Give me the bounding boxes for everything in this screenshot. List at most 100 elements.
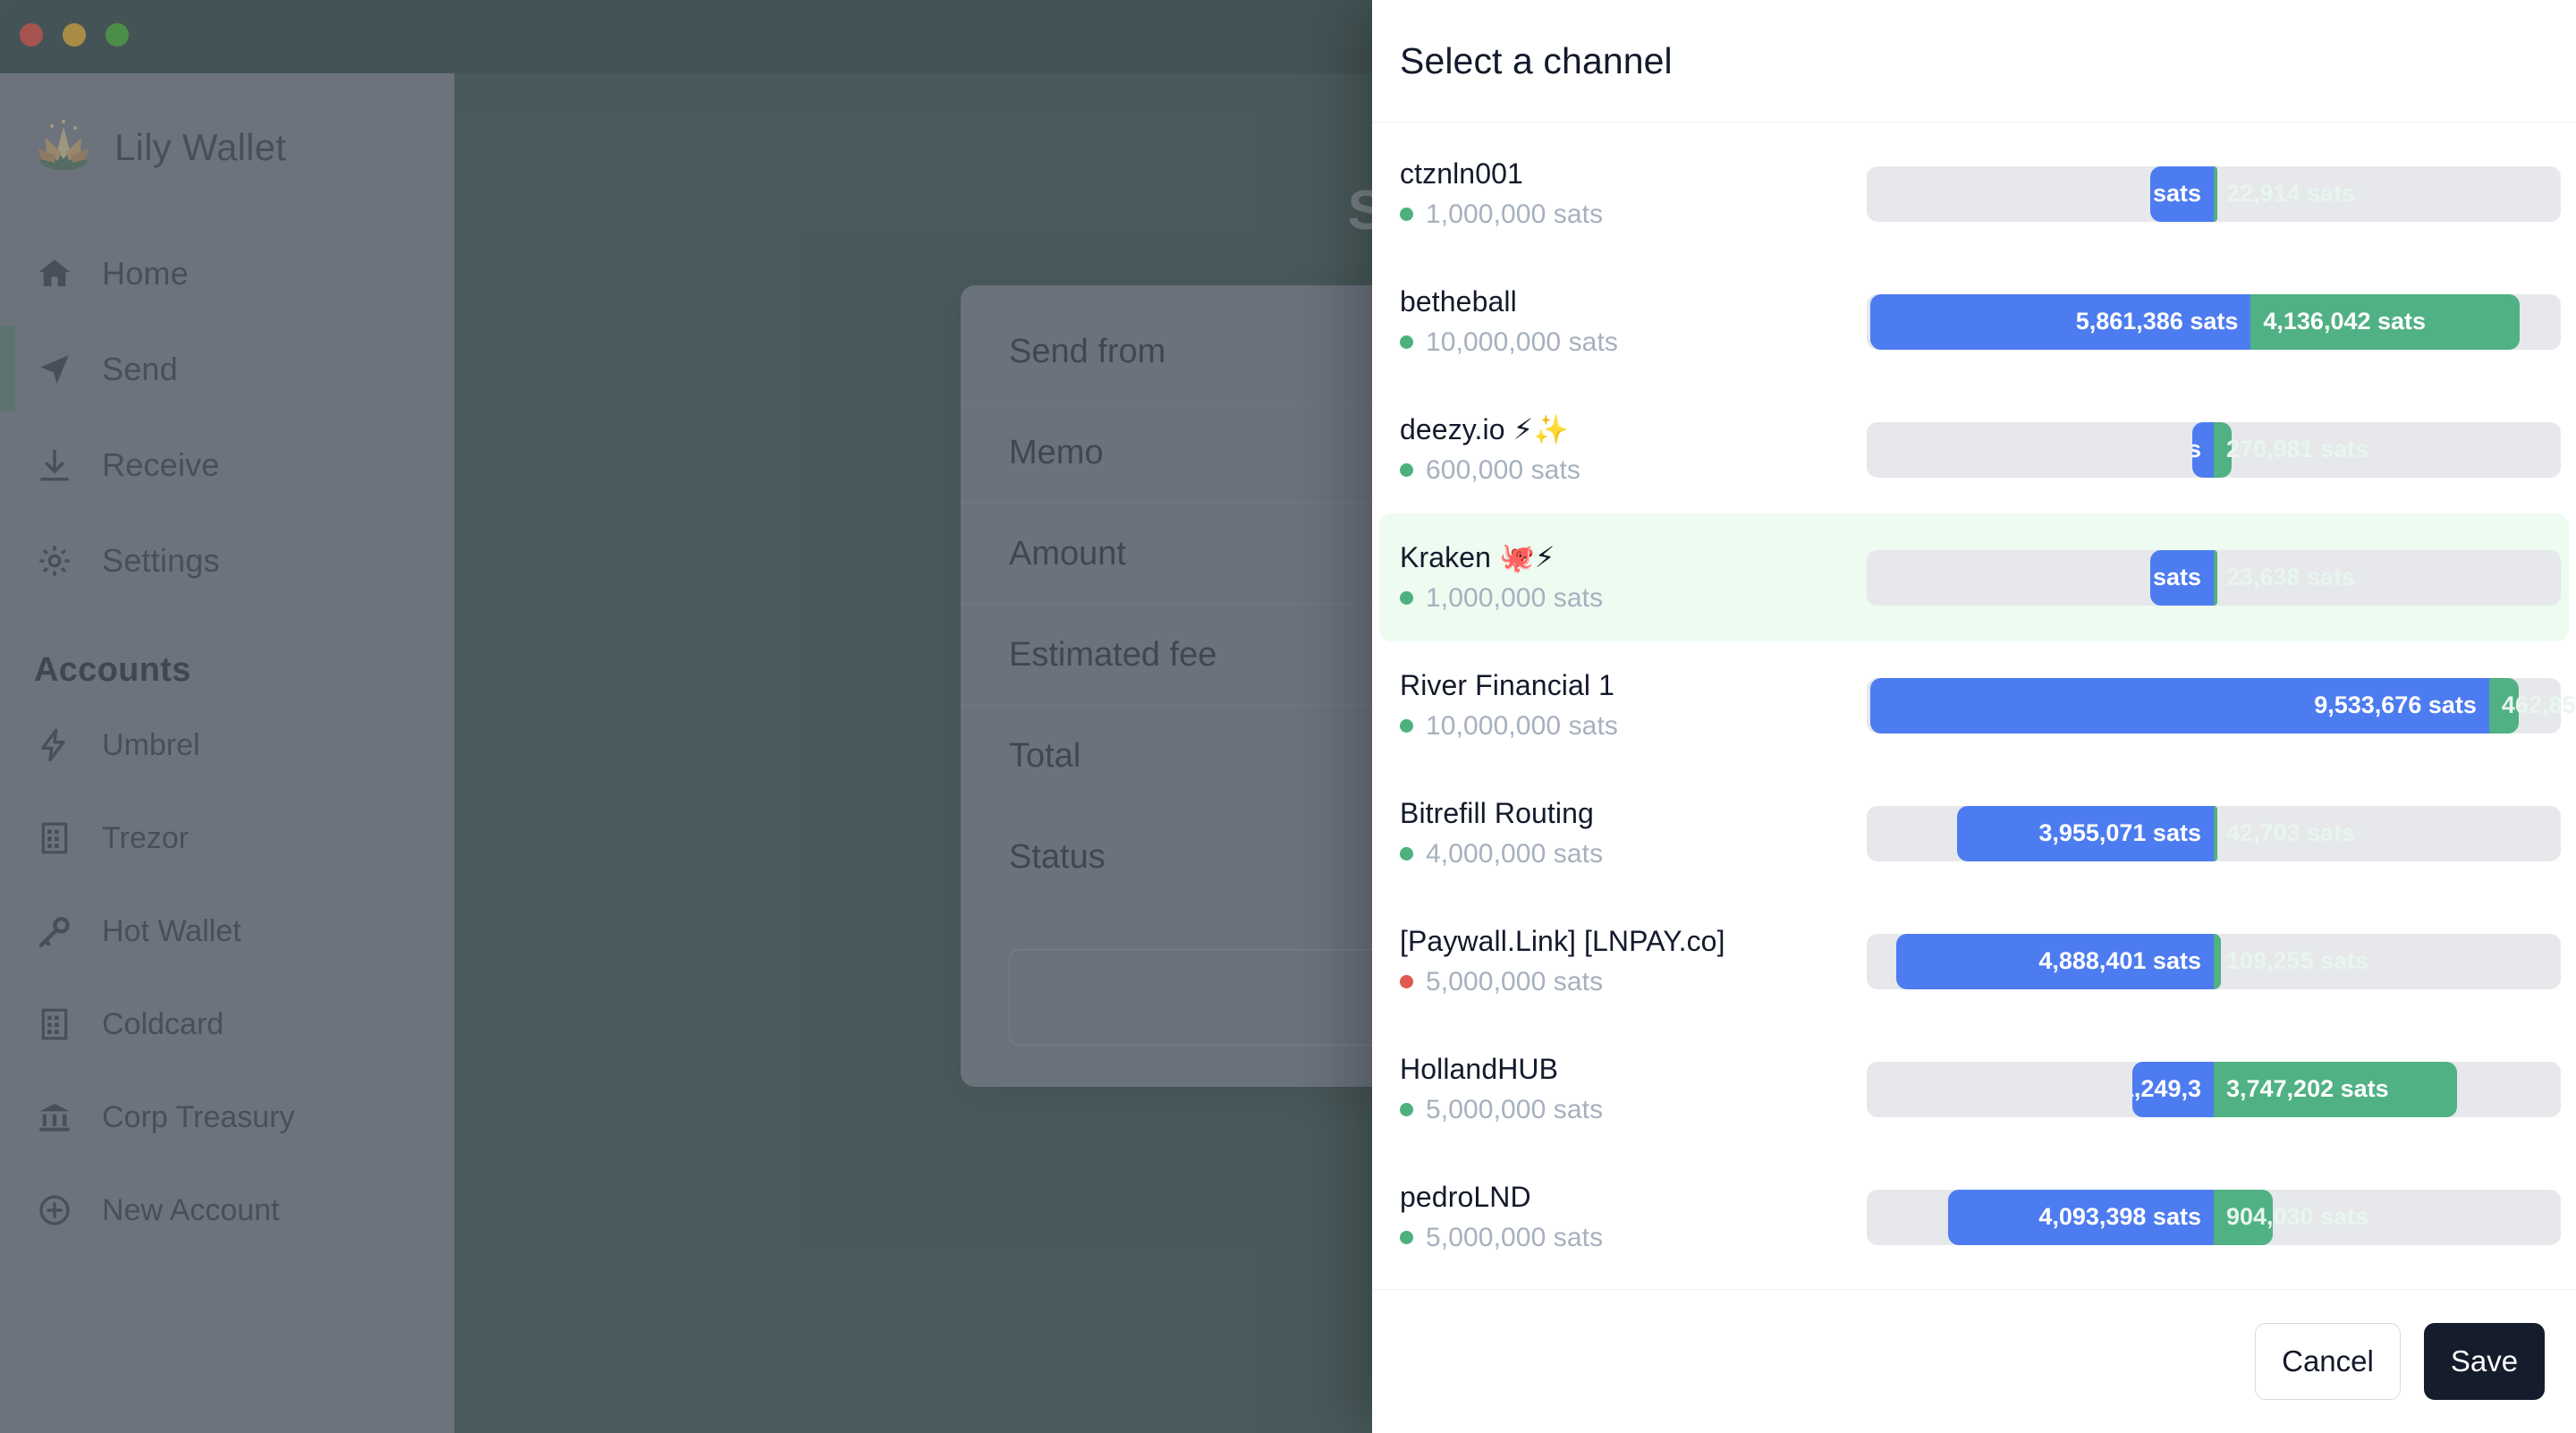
channel-name: ctznln001 <box>1400 157 1523 191</box>
local-balance-label: 3,955,071 sats <box>2038 819 2201 846</box>
balance-bar-fill: 4,888,401 sats 109,255 sats <box>1896 933 2368 989</box>
channel-capacity: 5,000,000 sats <box>1400 967 1838 997</box>
plus-circle-icon <box>34 1190 75 1231</box>
sidebar-account-corp-treasury-label: Corp Treasury <box>102 1099 295 1134</box>
channel-capacity: 10,000,000 sats <box>1400 711 1838 742</box>
sidebar-account-coldcard-label: Coldcard <box>102 1006 225 1041</box>
accounts-section-title: Accounts <box>34 651 191 689</box>
channel-capacity-label: 5,000,000 sats <box>1426 966 1604 996</box>
bank-icon <box>34 1097 75 1138</box>
sidebar-item-send[interactable]: Send <box>0 321 454 417</box>
local-balance-segment: 4,888,401 sats <box>1896 933 2214 989</box>
local-balance-segment: 325,487 sats <box>2192 421 2214 478</box>
channel-name: Bitrefill Routing <box>1400 797 1594 830</box>
remote-balance-segment: 4,136,042 sats <box>2250 293 2520 350</box>
channel-info: pedroLND 5,000,000 sats <box>1400 1181 1838 1253</box>
brand: Lily Wallet <box>0 73 454 175</box>
channel-balance-bar: 3,955,071 sats 42,703 sats <box>1867 805 2561 861</box>
sidebar-account-umbrel[interactable]: Umbrel <box>0 699 454 792</box>
remote-balance-label: 904,030 sats <box>2225 1203 2369 1230</box>
channel-info: ctznln001 1,000,000 sats <box>1400 157 1838 230</box>
local-balance-label: 9,533,676 sats <box>2314 691 2477 718</box>
channel-capacity-label: 1,000,000 sats <box>1426 199 1604 229</box>
device-grid-icon <box>34 1004 75 1045</box>
local-balance-label: 4,093,398 sats <box>2038 1203 2201 1230</box>
channel-row[interactable]: Bitrefill Routing 4,000,000 sats 3,955,071… <box>1379 769 2569 897</box>
channel-row[interactable]: River Financial 1 10,000,000 sats 9,533,67… <box>1379 641 2576 769</box>
save-button[interactable]: Save <box>2424 1323 2545 1400</box>
lily-flower-logo-icon <box>34 120 93 175</box>
sidebar-account-corp-treasury[interactable]: Corp Treasury <box>0 1071 454 1164</box>
status-dot-active <box>1400 208 1413 222</box>
remote-balance-segment: 904,030 sats <box>2213 1189 2368 1245</box>
local-balance-label: 325,487 sats <box>2192 436 2201 462</box>
sidebar: Lily Wallet Home Send Receive Settings A… <box>0 73 454 1433</box>
sidebar-account-hot-wallet[interactable]: Hot Wallet <box>0 885 454 978</box>
balance-bar-fill: 5,861,386 sats 4,136,042 sats <box>1870 293 2520 350</box>
channel-row[interactable]: betheball 10,000,000 sats 5,861,386 sats 4,… <box>1379 258 2569 386</box>
cancel-button[interactable]: Cancel <box>2255 1323 2401 1400</box>
channel-name: pedroLND <box>1400 1181 1531 1214</box>
sidebar-new-account[interactable]: New Account <box>0 1164 454 1257</box>
channel-list[interactable]: ctznln001 1,000,000 sats 973,326 sats 22,91… <box>1372 123 2576 1289</box>
channel-name: Kraken 🐙⚡ <box>1400 541 1555 574</box>
local-balance-segment: 9,533,676 sats <box>1870 677 2489 733</box>
channel-row[interactable]: pedroLND 5,000,000 sats 4,093,398 sats 904,… <box>1379 1153 2569 1281</box>
sidebar-nav: Home Send Receive Settings <box>0 225 454 608</box>
sidebar-item-receive-label: Receive <box>102 445 220 483</box>
sidebar-item-settings-label: Settings <box>102 541 220 579</box>
app-window: Send bitcoin Send from Memo Amount Estim… <box>0 0 2576 1433</box>
balance-bar-fill: 3,955,071 sats 42,703 sats <box>1956 805 2355 861</box>
key-icon <box>34 911 75 952</box>
remote-balance-segment: 22,914 sats <box>2213 165 2355 222</box>
channel-info: [Paywall.Link] [LNPAY.co] 5,000,000 sats <box>1400 925 1838 997</box>
channel-row[interactable]: ctznln001 1,000,000 sats 973,326 sats 22,91… <box>1379 130 2569 258</box>
channel-capacity: 10,000,000 sats <box>1400 327 1838 358</box>
remote-balance-segment: 23,638 sats <box>2213 549 2355 606</box>
channel-info: River Financial 1 10,000,000 sats <box>1400 669 1838 742</box>
balance-bar-fill: 973,326 sats 22,914 sats <box>2150 165 2355 222</box>
local-balance-label: 973,326 sats <box>2150 180 2201 207</box>
balance-bar-fill: 325,487 sats 270,981 sats <box>2192 421 2368 478</box>
send-icon <box>34 349 75 390</box>
gear-icon <box>34 540 75 581</box>
home-icon <box>34 253 75 294</box>
sidebar-item-home[interactable]: Home <box>0 225 454 321</box>
sidebar-account-hot-wallet-label: Hot Wallet <box>102 913 242 948</box>
modal-title: Select a channel <box>1400 39 1673 81</box>
remote-balance-segment: 3,747,202 sats <box>2213 1061 2457 1117</box>
remote-balance-label: 462,853 sats <box>2501 691 2576 718</box>
local-balance-segment: 1,249,3 <box>2132 1061 2214 1117</box>
receive-icon <box>34 445 75 486</box>
remote-balance-segment: 270,981 sats <box>2213 421 2368 478</box>
minimize-button[interactable] <box>63 23 86 47</box>
channel-info: Kraken 🐙⚡ 1,000,000 sats <box>1400 541 1838 614</box>
channel-balance-bar: 325,487 sats 270,981 sats <box>1867 421 2561 478</box>
channel-info: betheball 10,000,000 sats <box>1400 285 1838 358</box>
remote-balance-label: 109,255 sats <box>2225 947 2369 974</box>
close-button[interactable] <box>20 23 43 47</box>
sidebar-new-account-label: New Account <box>102 1192 280 1227</box>
channel-capacity-label: 1,000,000 sats <box>1426 582 1604 613</box>
channel-row[interactable]: deezy.io ⚡✨ 600,000 sats 325,487 sats 270,9… <box>1379 386 2569 513</box>
window-traffic-lights <box>20 23 129 47</box>
maximize-button[interactable] <box>106 23 129 47</box>
sidebar-item-receive[interactable]: Receive <box>0 417 454 513</box>
local-balance-segment: 3,955,071 sats <box>1956 805 2214 861</box>
balance-bar-fill: 972,858 sats 23,638 sats <box>2150 549 2355 606</box>
channel-row[interactable]: Kraken 🐙⚡ 1,000,000 sats 972,858 sats 23,63… <box>1379 513 2569 641</box>
channel-capacity: 4,000,000 sats <box>1400 839 1838 869</box>
channel-row[interactable]: [Paywall.Link] [LNPAY.co] 5,000,000 sats 4… <box>1379 897 2569 1025</box>
channel-capacity-label: 4,000,000 sats <box>1426 838 1604 869</box>
channel-balance-bar: 5,861,386 sats 4,136,042 sats <box>1867 293 2561 350</box>
remote-balance-segment: 42,703 sats <box>2213 805 2355 861</box>
status-dot-active <box>1400 847 1413 861</box>
channel-capacity: 600,000 sats <box>1400 455 1838 486</box>
accounts-list: Umbrel Trezor Hot Wallet Coldcard Corp T… <box>0 699 454 1257</box>
modal-footer: Cancel Save <box>1372 1289 2576 1433</box>
channel-row[interactable]: HollandHUB 5,000,000 sats 1,249,3 3,747,202… <box>1379 1025 2569 1153</box>
sidebar-account-coldcard[interactable]: Coldcard <box>0 978 454 1071</box>
sidebar-account-trezor[interactable]: Trezor <box>0 792 454 885</box>
sidebar-item-settings[interactable]: Settings <box>0 513 454 608</box>
modal-header: Select a channel <box>1372 0 2576 123</box>
